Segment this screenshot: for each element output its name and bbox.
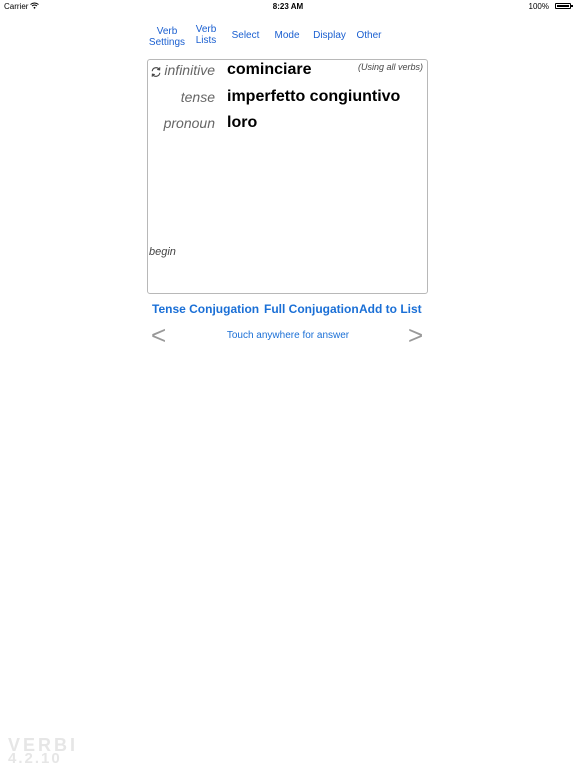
pronoun-value: loro	[227, 114, 258, 131]
touch-for-answer-hint[interactable]: Touch anywhere for answer	[148, 330, 428, 341]
add-to-list-button[interactable]: Add to List	[359, 302, 422, 316]
tense-label: tense	[180, 89, 215, 105]
tense-value: imperfetto congiuntivo	[227, 88, 401, 105]
top-nav: Verb Settings Verb Lists Select Mode Dis…	[0, 22, 576, 52]
battery-percent: 100%	[528, 2, 549, 11]
verb-settings-label-line2: Settings	[148, 37, 186, 48]
display-button[interactable]: Display	[311, 30, 348, 41]
infinitive-value: cominciare	[227, 61, 312, 78]
next-arrow-icon[interactable]: >	[408, 322, 423, 348]
using-all-verbs-note: (Using all verbs)	[357, 62, 423, 72]
other-button[interactable]: Other	[354, 30, 384, 41]
verb-lists-button[interactable]: Verb Lists	[191, 24, 221, 46]
verbi-logo: VERBI 4.2.10	[8, 736, 78, 766]
verb-lists-label-line2: Lists	[195, 35, 217, 46]
tense-conjugation-button[interactable]: Tense Conjugation	[152, 302, 259, 316]
verb-lists-label-line1: Verb	[195, 24, 217, 35]
status-bar: Carrier 8:23 AM 100%	[0, 0, 576, 12]
infinitive-label: infinitive	[164, 62, 215, 78]
pronoun-label: pronoun	[163, 115, 215, 131]
full-conjugation-button[interactable]: Full Conjugation	[264, 302, 359, 316]
verb-settings-button[interactable]: Verb Settings	[148, 26, 186, 48]
quiz-card[interactable]: (Using all verbs) infinitive cominciare …	[147, 59, 428, 294]
battery-icon	[555, 3, 573, 9]
mode-button[interactable]: Mode	[272, 30, 302, 41]
refresh-icon[interactable]	[150, 65, 162, 77]
verb-settings-label-line1: Verb	[156, 26, 178, 37]
begin-text: begin	[149, 246, 176, 258]
clock: 8:23 AM	[272, 2, 304, 11]
select-button[interactable]: Select	[228, 30, 263, 41]
